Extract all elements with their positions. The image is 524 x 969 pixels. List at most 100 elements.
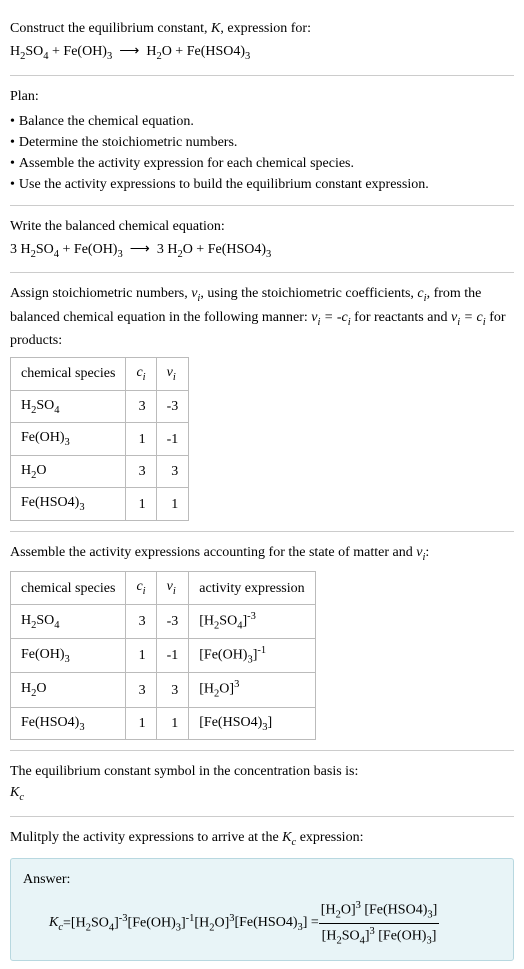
- sub: 3: [266, 248, 271, 259]
- text: Use the activity expressions to build th…: [19, 174, 429, 195]
- col-species: chemical species: [11, 358, 126, 391]
- sub: 3: [245, 51, 250, 62]
- plan-heading: Plan:: [10, 86, 514, 107]
- table-row: Fe(HSO4)3 1 1: [11, 488, 189, 521]
- cell-vi: -1: [156, 639, 189, 673]
- text: + Fe(OH): [59, 242, 117, 257]
- cell-ci: 1: [126, 707, 156, 740]
- bullet: •: [10, 132, 15, 153]
- stoich-section: Assign stoichiometric numbers, νi, using…: [10, 273, 514, 532]
- plan-item: •Assemble the activity expression for ea…: [10, 153, 514, 174]
- text: O + Fe(HSO4): [183, 242, 266, 257]
- text: SO: [36, 242, 54, 257]
- K-var: K: [211, 21, 220, 36]
- term4: [Fe(HSO4)3] =: [234, 912, 318, 936]
- balanced-section: Write the balanced chemical equation: 3 …: [10, 206, 514, 274]
- symbol-section: The equilibrium constant symbol in the c…: [10, 751, 514, 817]
- cell-ci: 3: [126, 455, 156, 488]
- bullet: •: [10, 153, 15, 174]
- denominator: [H2SO4]3 [Fe(OH)3]: [319, 924, 439, 949]
- balanced-intro: Write the balanced chemical equation:: [10, 216, 514, 237]
- sub: 3: [117, 248, 122, 259]
- cell-ci: 1: [126, 639, 156, 673]
- cell-species: H2SO4: [11, 390, 126, 423]
- table-row: H2O 3 3: [11, 455, 189, 488]
- table-row: Fe(OH)3 1 -1 [Fe(OH)3]-1: [11, 639, 316, 673]
- answer-label: Answer:: [23, 869, 501, 890]
- cell-vi: 3: [156, 455, 189, 488]
- prompt-section: Construct the equilibrium constant, K, e…: [10, 8, 514, 76]
- answer-box: Answer: Kc = [H2SO4]-3 [Fe(OH)3]-1 [H2O]…: [10, 858, 514, 960]
- plan-item: •Use the activity expressions to build t…: [10, 174, 514, 195]
- col-species: chemical species: [11, 572, 126, 605]
- cell-species: Fe(OH)3: [11, 639, 126, 673]
- col-activity: activity expression: [189, 572, 315, 605]
- activity-section: Assemble the activity expressions accoun…: [10, 532, 514, 751]
- cell-species: Fe(HSO4)3: [11, 707, 126, 740]
- bullet: •: [10, 174, 15, 195]
- text: Determine the stoichiometric numbers.: [19, 132, 238, 153]
- table-row: H2O 3 3 [H2O]3: [11, 673, 316, 707]
- unbalanced-equation: H2SO4 + Fe(OH)3 ⟶ H2O + Fe(HSO4)3: [10, 41, 514, 65]
- kc-lhs: Kc: [49, 912, 63, 936]
- cell-ci: 1: [126, 488, 156, 521]
- cell-ci: 1: [126, 423, 156, 456]
- final-section: Mulitply the activity expressions to arr…: [10, 817, 514, 961]
- stoich-intro: Assign stoichiometric numbers, νi, using…: [10, 283, 514, 351]
- text: expression:: [296, 830, 363, 845]
- text: O + Fe(HSO4): [162, 44, 245, 59]
- plan-item: •Balance the chemical equation.: [10, 111, 514, 132]
- nu-var: νi: [191, 286, 200, 301]
- bullet: •: [10, 111, 15, 132]
- cell-vi: -3: [156, 390, 189, 423]
- cell-activity: [H2SO4]-3: [189, 605, 315, 639]
- text: Assign stoichiometric numbers,: [10, 286, 191, 301]
- text: for reactants and: [351, 310, 451, 325]
- stoich-table: chemical species ci νi H2SO4 3 -3 Fe(OH)…: [10, 357, 189, 521]
- term2: [Fe(OH)3]-1: [128, 911, 195, 936]
- eq-var: νi = -ci: [311, 310, 350, 325]
- balanced-equation: 3 H2SO4 + Fe(OH)3 ⟶ 3 H2O + Fe(HSO4)3: [10, 239, 514, 263]
- cell-activity: [Fe(OH)3]-1: [189, 639, 315, 673]
- text: SO: [25, 44, 43, 59]
- text: + Fe(OH): [49, 44, 107, 59]
- col-vi: νi: [156, 572, 189, 605]
- table-row: Fe(HSO4)3 1 1 [Fe(HSO4)3]: [11, 707, 316, 740]
- cell-activity: [Fe(HSO4)3]: [189, 707, 315, 740]
- cell-ci: 3: [126, 605, 156, 639]
- term1: [H2SO4]-3: [71, 911, 128, 936]
- cell-species: H2O: [11, 673, 126, 707]
- sub: 3: [107, 51, 112, 62]
- numerator: [H2O]3 [Fe(HSO4)3]: [319, 898, 439, 924]
- term3: [H2O]3: [194, 911, 234, 936]
- text: 3 H: [157, 242, 178, 257]
- activity-intro: Assemble the activity expressions accoun…: [10, 542, 514, 566]
- plan-section: Plan: •Balance the chemical equation. •D…: [10, 76, 514, 206]
- text: Balance the chemical equation.: [19, 111, 194, 132]
- cell-vi: -1: [156, 423, 189, 456]
- prompt-line: Construct the equilibrium constant, K, e…: [10, 18, 514, 39]
- col-ci: ci: [126, 572, 156, 605]
- text: , expression for:: [220, 21, 311, 36]
- c-var: ci: [417, 286, 426, 301]
- kc-var: Kc: [282, 830, 296, 845]
- table-header-row: chemical species ci νi: [11, 358, 189, 391]
- text: , using the stoichiometric coefficients,: [200, 286, 417, 301]
- cell-ci: 3: [126, 673, 156, 707]
- symbol-intro: The equilibrium constant symbol in the c…: [10, 761, 514, 782]
- eq-var: νi = ci: [451, 310, 486, 325]
- cell-vi: 1: [156, 488, 189, 521]
- cell-species: H2SO4: [11, 605, 126, 639]
- text: :: [425, 545, 429, 560]
- cell-species: Fe(OH)3: [11, 423, 126, 456]
- plan-item: •Determine the stoichiometric numbers.: [10, 132, 514, 153]
- text: Mulitply the activity expressions to arr…: [10, 830, 282, 845]
- text: H: [146, 44, 156, 59]
- fraction: [H2O]3 [Fe(HSO4)3] [H2SO4]3 [Fe(OH)3]: [319, 898, 439, 949]
- kc-symbol: Kc: [10, 782, 514, 806]
- table-header-row: chemical species ci νi activity expressi…: [11, 572, 316, 605]
- text: Assemble the activity expression for eac…: [19, 153, 354, 174]
- plan-list: •Balance the chemical equation. •Determi…: [10, 111, 514, 195]
- activity-table: chemical species ci νi activity expressi…: [10, 571, 316, 740]
- kc-expression: Kc = [H2SO4]-3 [Fe(OH)3]-1 [H2O]3 [Fe(HS…: [23, 898, 501, 949]
